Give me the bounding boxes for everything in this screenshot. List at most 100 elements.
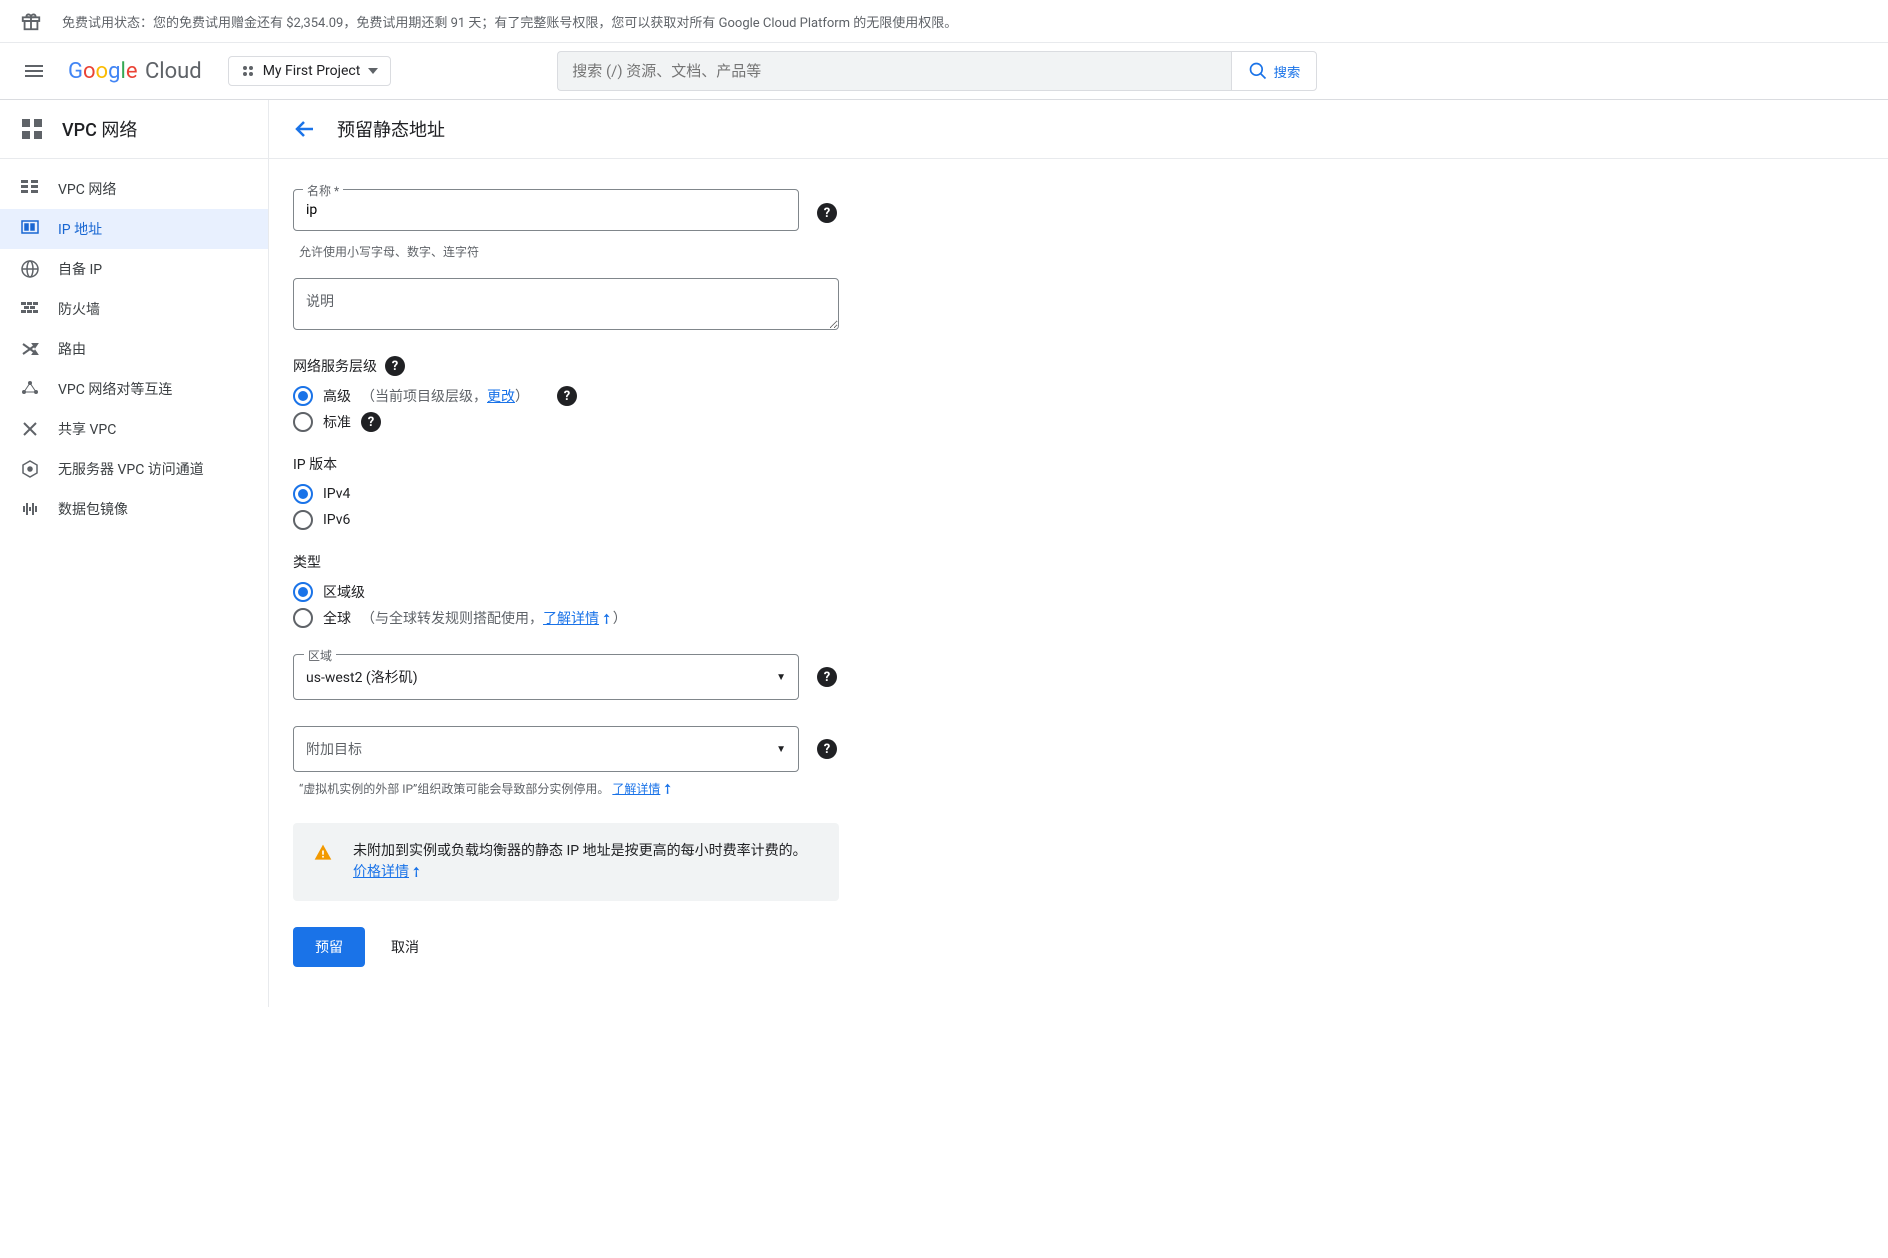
serverless-icon	[20, 460, 40, 478]
ipv4-radio[interactable]: IPv4	[293, 484, 1095, 504]
sidebar-item-label: IP 地址	[58, 219, 102, 239]
button-row: 预留 取消	[293, 927, 1095, 967]
routes-icon	[20, 340, 40, 358]
sidebar-item-label: VPC 网络对等互连	[58, 379, 172, 399]
type-global-note: （与全球转发规则搭配使用，了解详情➚）	[361, 608, 627, 628]
vpc-network-icon	[20, 117, 44, 141]
attach-learn-link[interactable]: 了解详情➚	[612, 782, 674, 796]
warning-text-wrap: 未附加到实例或负载均衡器的静态 IP 地址是按更高的每小时费率计费的。 价格详情…	[353, 841, 807, 883]
sidebar-item-label: VPC 网络	[58, 179, 116, 199]
warning-icon	[313, 843, 333, 863]
packet-mirroring-icon	[20, 500, 40, 518]
radio-checked-icon	[293, 484, 313, 504]
google-cloud-logo[interactable]: Google Cloud	[68, 59, 202, 84]
sidebar: VPC 网络 VPC 网络 IP 地址 自备 IP 防火墙 路由	[0, 100, 268, 1007]
topbar: Google Cloud My First Project 搜索	[0, 43, 1888, 100]
region-field-label: 区域	[304, 647, 336, 664]
help-icon[interactable]: ?	[361, 412, 381, 432]
help-icon[interactable]: ?	[385, 356, 405, 376]
external-link-icon: ➚	[405, 861, 428, 884]
search-button-label: 搜索	[1274, 62, 1301, 81]
help-icon[interactable]: ?	[817, 667, 837, 687]
attach-target-select[interactable]: 附加目标 ▼	[293, 726, 799, 772]
sidebar-item-ip-addresses[interactable]: IP 地址	[0, 209, 268, 249]
name-input[interactable]	[293, 189, 799, 231]
form: 名称 * ? 允许使用小写字母、数字、连字符 网络服务层级 ? 高级 （当前项目…	[269, 159, 1119, 1007]
tier-standard-radio[interactable]: 标准 ?	[293, 412, 1095, 432]
type-global-label: 全球	[323, 608, 351, 628]
network-tier-label: 网络服务层级 ?	[293, 356, 1095, 376]
project-selector[interactable]: My First Project	[228, 56, 392, 86]
sidebar-item-shared-vpc[interactable]: 共享 VPC	[0, 409, 268, 449]
cancel-button[interactable]: 取消	[383, 927, 427, 967]
warning-text: 未附加到实例或负载均衡器的静态 IP 地址是按更高的每小时费率计费的。	[353, 843, 807, 859]
radio-unchecked-icon	[293, 608, 313, 628]
type-regional-radio[interactable]: 区域级	[293, 582, 1095, 602]
firewall-icon	[20, 300, 40, 318]
sidebar-item-routes[interactable]: 路由	[0, 329, 268, 369]
sidebar-item-packet-mirroring[interactable]: 数据包镜像	[0, 489, 268, 529]
sidebar-item-label: 数据包镜像	[58, 499, 128, 519]
search-wrapper: 搜索	[557, 51, 1317, 91]
help-icon[interactable]: ?	[817, 739, 837, 759]
sidebar-item-label: 路由	[58, 339, 86, 359]
attach-placeholder: 附加目标	[306, 739, 362, 759]
caret-down-icon: ▼	[776, 672, 786, 683]
region-select[interactable]: 区域 us-west2 (洛杉矶) ▼	[293, 654, 799, 700]
attach-helper-text: “虚拟机实例的外部 IP”组织政策可能会导致部分实例停用。 了解详情➚	[299, 780, 1095, 797]
ipv6-radio[interactable]: IPv6	[293, 510, 1095, 530]
type-regional-label: 区域级	[323, 582, 365, 602]
sidebar-item-byoip[interactable]: 自备 IP	[0, 249, 268, 289]
sidebar-item-label: 共享 VPC	[58, 419, 116, 439]
search-button[interactable]: 搜索	[1231, 51, 1318, 91]
ipv4-label: IPv4	[323, 486, 350, 502]
sidebar-item-firewall[interactable]: 防火墙	[0, 289, 268, 329]
globe-icon	[20, 260, 40, 278]
help-icon[interactable]: ?	[557, 386, 577, 406]
radio-checked-icon	[293, 386, 313, 406]
tier-standard-label: 标准	[323, 412, 351, 432]
billing-warning-box: 未附加到实例或负载均衡器的静态 IP 地址是按更高的每小时费率计费的。 价格详情…	[293, 823, 839, 901]
peering-icon	[20, 380, 40, 398]
sidebar-item-peering[interactable]: VPC 网络对等互连	[0, 369, 268, 409]
radio-checked-icon	[293, 582, 313, 602]
project-name: My First Project	[263, 63, 361, 79]
ip-addresses-icon	[20, 220, 40, 238]
ipv6-label: IPv6	[323, 512, 350, 528]
tier-change-link[interactable]: 更改	[487, 389, 515, 405]
caret-down-icon: ▼	[776, 744, 786, 755]
type-global-radio[interactable]: 全球 （与全球转发规则搭配使用，了解详情➚）	[293, 608, 1095, 628]
sidebar-item-label: 防火墙	[58, 299, 100, 319]
radio-unchecked-icon	[293, 412, 313, 432]
menu-button[interactable]	[16, 53, 52, 89]
content-area: 预留静态地址 名称 * ? 允许使用小写字母、数字、连字符 网络服务层级 ?	[268, 100, 1888, 1007]
gift-icon	[20, 10, 42, 32]
external-link-icon: ➚	[658, 779, 678, 799]
grid-icon	[20, 180, 40, 198]
back-arrow-button[interactable]	[293, 117, 317, 141]
caret-down-icon	[368, 68, 378, 74]
search-input[interactable]	[557, 51, 1230, 91]
sidebar-item-serverless-vpc[interactable]: 无服务器 VPC 访问通道	[0, 449, 268, 489]
sidebar-header: VPC 网络	[0, 100, 268, 159]
radio-unchecked-icon	[293, 510, 313, 530]
project-dots-icon	[241, 64, 255, 78]
pricing-link[interactable]: 价格详情➚	[353, 864, 423, 880]
region-value: us-west2 (洛杉矶)	[306, 667, 418, 687]
type-label: 类型	[293, 552, 1095, 572]
description-input[interactable]	[293, 278, 839, 330]
tier-premium-radio[interactable]: 高级 （当前项目级层级，更改） ?	[293, 386, 1095, 406]
sidebar-item-vpc-networks[interactable]: VPC 网络	[0, 169, 268, 209]
type-global-learn-link[interactable]: 了解详情➚	[543, 611, 613, 627]
help-icon[interactable]: ?	[817, 203, 837, 223]
tier-premium-note: （当前项目级层级，更改）	[361, 386, 529, 406]
reserve-button[interactable]: 预留	[293, 927, 365, 967]
content-header: 预留静态地址	[269, 100, 1888, 159]
tier-premium-label: 高级	[323, 386, 351, 406]
sidebar-item-label: 无服务器 VPC 访问通道	[58, 459, 204, 479]
search-icon	[1248, 61, 1268, 81]
trial-banner-text: 免费试用状态：您的免费试用赠金还有 $2,354.09，免费试用期还剩 91 天…	[62, 12, 957, 31]
trial-banner: 免费试用状态：您的免费试用赠金还有 $2,354.09，免费试用期还剩 91 天…	[0, 0, 1888, 43]
ip-version-label: IP 版本	[293, 454, 1095, 474]
name-field-label: 名称 *	[303, 182, 343, 199]
